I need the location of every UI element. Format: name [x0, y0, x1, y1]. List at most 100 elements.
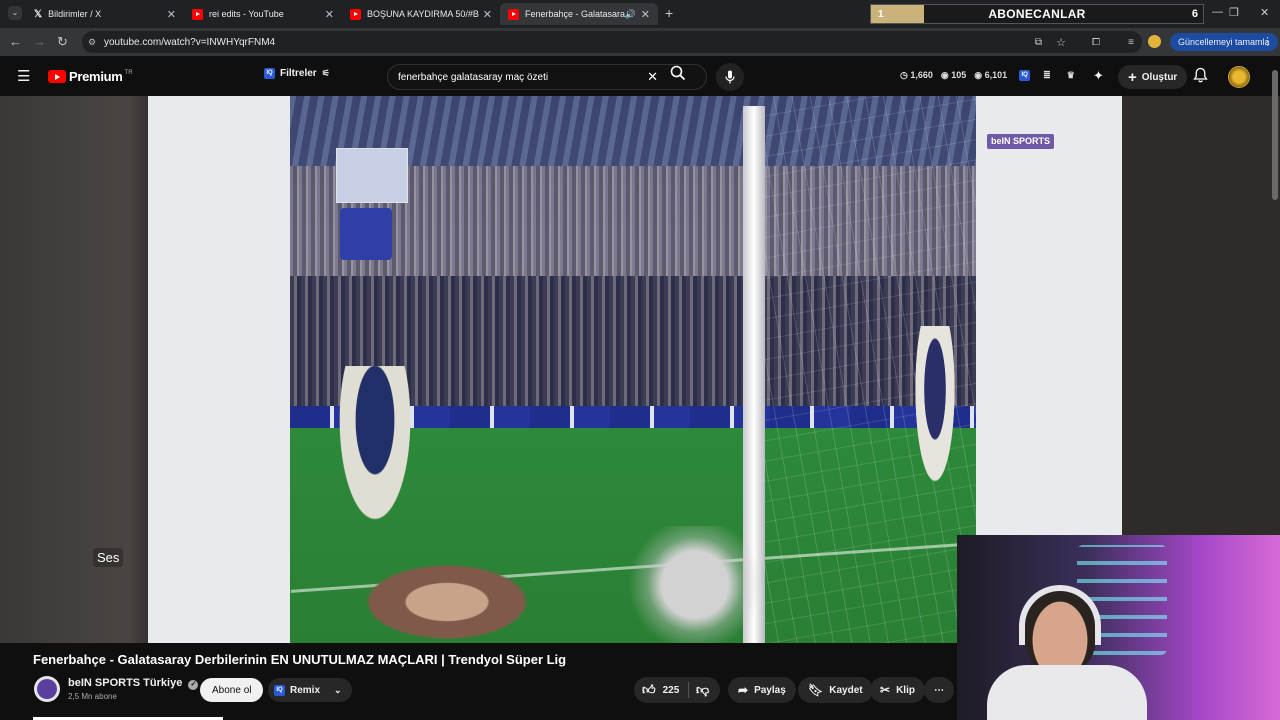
- tab-x-notifications[interactable]: 𝕏 Bildirimler / X ✕: [26, 3, 184, 25]
- filters-label: Filtreler: [280, 68, 317, 79]
- close-tab-icon[interactable]: ✕: [641, 8, 650, 21]
- save-label: Kaydet: [829, 684, 863, 696]
- youtube-icon: [508, 8, 519, 20]
- extension-stats: ◷ 1,660 ◉ 105 ◉ 6,101 IQ ≣ ♛: [900, 70, 1075, 81]
- chevron-down-icon: ⌄: [334, 684, 342, 695]
- verified-check-icon: ✓: [188, 680, 199, 690]
- tab-label: Bildirimler / X: [48, 9, 102, 19]
- bookmark-icon: 🔖︎: [808, 683, 824, 697]
- browser-tab-bar: ⌄ 𝕏 Bildirimler / X ✕ rei edits - YouTub…: [0, 0, 1280, 28]
- notifications-bell-icon[interactable]: [1193, 67, 1208, 88]
- more-horizontal-icon: ⋯: [934, 684, 944, 696]
- browser-toolbar: ← → ↻ ⚙ youtube.com/watch?v=INWHYqrFNM4 …: [0, 28, 1280, 56]
- reading-list-icon[interactable]: ≡: [1128, 37, 1134, 48]
- goalkeeper: [330, 536, 590, 643]
- browser-menu-icon[interactable]: ⋮: [1262, 35, 1273, 48]
- close-tab-icon[interactable]: ✕: [325, 8, 334, 21]
- subscribe-button[interactable]: Abone ol: [200, 678, 264, 702]
- reload-icon[interactable]: ↻: [57, 34, 68, 50]
- more-actions-button[interactable]: ⋯: [924, 677, 954, 703]
- filters-button[interactable]: IQ Filtreler ⚟: [264, 68, 330, 79]
- voice-search-icon[interactable]: [716, 63, 744, 91]
- save-button[interactable]: 🔖︎ Kaydet: [798, 677, 873, 703]
- tab-fenerbahce-galatasaray[interactable]: Fenerbahçe - Galatasaray D 🔊 ✕: [500, 3, 658, 25]
- youtube-header: ☰ Premium TR IQ Filtreler ⚟ fenerbahçe g…: [0, 56, 1280, 96]
- close-tab-icon[interactable]: ✕: [167, 8, 176, 21]
- channel-avatar[interactable]: [34, 676, 60, 702]
- tab-bosuna-kaydirma[interactable]: BOŞUNA KAYDIRMA 50/#BK50 ✕: [342, 3, 500, 25]
- dislike-button[interactable]: 👎︎: [696, 682, 709, 698]
- stat-views: ◷ 1,660: [900, 70, 933, 81]
- tab-label: Fenerbahçe - Galatasaray D: [525, 9, 625, 19]
- restore-icon[interactable]: ❐: [1229, 6, 1239, 19]
- url-text: youtube.com/watch?v=INWHYqrFNM4: [104, 36, 276, 48]
- streamer-webcam: [957, 535, 1280, 720]
- subscribe-label: Abone ol: [212, 684, 252, 696]
- eye-icon: ◉: [974, 70, 985, 80]
- extensions-icon[interactable]: ⧠: [1092, 37, 1100, 48]
- studio-clapper-icon[interactable]: ✦: [1093, 68, 1104, 84]
- minimize-icon[interactable]: —: [1212, 6, 1223, 18]
- profile-icon[interactable]: [1148, 35, 1161, 48]
- avatar[interactable]: [1228, 66, 1250, 88]
- remix-button[interactable]: IQ Remix ⌄: [268, 678, 352, 702]
- scrollbar[interactable]: [1272, 70, 1278, 200]
- youtube-logo-icon: [48, 70, 66, 83]
- plus-icon: +: [1128, 68, 1137, 86]
- list-icon[interactable]: ≣: [1043, 70, 1051, 81]
- site-info-icon[interactable]: ⚙: [88, 37, 96, 48]
- stat-third-value: 6,101: [984, 70, 1008, 80]
- tab-label: BOŞUNA KAYDIRMA 50/#BK50: [367, 9, 479, 19]
- close-window-icon[interactable]: ✕: [1260, 6, 1269, 19]
- channel-name-text: beIN SPORTS Türkiye: [68, 677, 183, 689]
- update-label: Güncellemeyi tamamla: [1178, 37, 1270, 47]
- hamburger-menu-icon[interactable]: ☰: [17, 67, 30, 85]
- address-bar[interactable]: ⚙ youtube.com/watch?v=INWHYqrFNM4 ⧉ ☆ ⧠ …: [82, 31, 1142, 53]
- tab-label: rei edits - YouTube: [209, 9, 284, 19]
- install-app-icon[interactable]: ⧉: [1035, 37, 1042, 48]
- speaker-icon[interactable]: 🔊: [625, 9, 636, 20]
- search-input[interactable]: fenerbahçe galatasaray maç özeti ✕: [387, 64, 707, 90]
- search-icon[interactable]: [670, 65, 686, 84]
- counter-title: ABONECANLAR: [988, 7, 1086, 21]
- youtube-icon: [350, 8, 361, 20]
- search-query: fenerbahçe galatasaray maç özeti: [398, 71, 549, 83]
- channel-name[interactable]: beIN SPORTS Türkiye ✓: [68, 677, 199, 690]
- stat-third: ◉ 6,101: [974, 70, 1007, 81]
- streamer-body: [987, 665, 1147, 720]
- stat-watching: ◉ 105: [941, 70, 966, 81]
- youtube-premium-logo[interactable]: Premium TR: [48, 69, 133, 84]
- trophy-icon[interactable]: ♛: [1067, 70, 1075, 81]
- clock-icon: ◷: [900, 70, 911, 80]
- youtube-icon: [192, 8, 203, 20]
- clear-search-icon[interactable]: ✕: [647, 69, 658, 85]
- stadium-clock: [340, 208, 392, 260]
- counter-right-value: 6: [1191, 8, 1198, 20]
- tab-search-dropdown-icon[interactable]: ⌄: [8, 6, 22, 20]
- share-label: Paylaş: [754, 684, 786, 696]
- extension-iq-icon: IQ: [274, 684, 285, 696]
- bookmark-star-icon[interactable]: ☆: [1056, 36, 1066, 49]
- ball-motion-blur: [620, 526, 770, 643]
- clip-button[interactable]: ✂ Klip: [870, 677, 925, 703]
- stat-watching-value: 105: [951, 70, 967, 80]
- remix-label: Remix: [290, 684, 321, 696]
- eye-icon: ◉: [940, 70, 952, 80]
- bein-channel-logo-icon: [37, 679, 57, 699]
- player-striker: [330, 366, 420, 546]
- share-button[interactable]: ➦ Paylaş: [728, 677, 796, 703]
- scissors-icon: ✂: [880, 683, 891, 697]
- stadium-scoreboard: [336, 148, 408, 203]
- close-tab-icon[interactable]: ✕: [483, 8, 492, 21]
- forward-icon[interactable]: →: [33, 34, 46, 49]
- tab-rei-edits[interactable]: rei edits - YouTube ✕: [184, 3, 342, 25]
- logo-text: Premium: [69, 69, 123, 84]
- back-icon[interactable]: ←: [9, 34, 22, 49]
- create-button[interactable]: + Oluştur: [1118, 65, 1188, 89]
- create-label: Oluştur: [1141, 71, 1178, 83]
- like-button[interactable]: 👍︎ 225: [634, 677, 679, 703]
- thumbs-up-icon: 👍︎: [642, 682, 656, 697]
- extension-iq-icon[interactable]: IQ: [1019, 70, 1031, 81]
- new-tab-icon[interactable]: +: [665, 5, 673, 21]
- player-right: [910, 326, 960, 506]
